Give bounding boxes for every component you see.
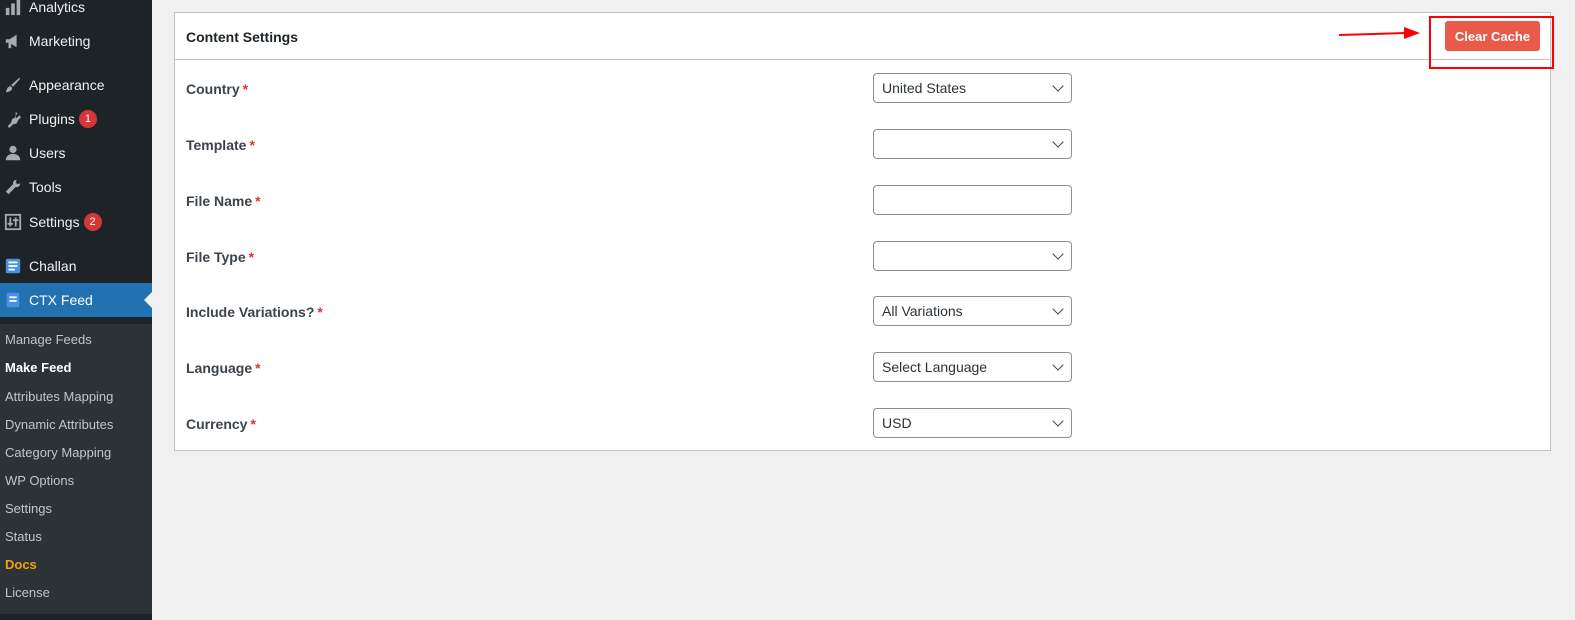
chevron-down-icon <box>1052 248 1064 260</box>
plug-icon <box>3 109 23 129</box>
chevron-down-icon <box>1052 303 1064 315</box>
submenu-attributes-mapping[interactable]: Attributes Mapping <box>5 389 113 404</box>
label-text: File Type <box>186 249 246 265</box>
menu-item-challan[interactable]: Challan <box>0 249 152 283</box>
select-value: United States <box>882 80 967 96</box>
chevron-down-icon <box>1052 80 1064 92</box>
select-value: USD <box>882 415 912 431</box>
label-text: Country <box>186 81 240 97</box>
menu-item-ctx-feed[interactable]: CTX Feed <box>0 283 152 317</box>
chevron-down-icon <box>1052 415 1064 427</box>
required-marker: * <box>317 304 323 320</box>
document-icon <box>3 256 23 276</box>
label-text: Template <box>186 137 247 153</box>
chevron-down-icon <box>1052 359 1064 371</box>
menu-label: CTX Feed <box>29 292 93 308</box>
required-marker: * <box>255 360 261 376</box>
menu-label: Challan <box>29 258 77 274</box>
submenu-docs[interactable]: Docs <box>5 557 37 572</box>
label-text: Include Variations? <box>186 304 315 320</box>
annotation-highlight-box <box>1429 16 1554 69</box>
sliders-icon <box>3 212 23 232</box>
ctx-feed-submenu: Manage Feeds Make Feed Attributes Mappin… <box>0 324 152 614</box>
menu-label: Settings <box>29 214 80 230</box>
submenu-make-feed[interactable]: Make Feed <box>5 360 71 375</box>
menu-label: Marketing <box>29 33 91 49</box>
required-marker: * <box>250 416 256 432</box>
feed-document-icon <box>3 290 23 310</box>
chevron-down-icon <box>1052 136 1064 148</box>
submenu-category-mapping[interactable]: Category Mapping <box>5 445 111 460</box>
language-select[interactable]: Select Language <box>873 352 1072 382</box>
menu-label: Plugins <box>29 111 75 127</box>
file-type-select[interactable] <box>873 241 1072 271</box>
submenu-manage-feeds[interactable]: Manage Feeds <box>5 332 92 347</box>
wrench-icon <box>3 177 23 197</box>
menu-item-settings[interactable]: Settings 2 <box>0 205 152 239</box>
required-marker: * <box>248 249 255 265</box>
admin-sidebar: Analytics Marketing Appearance Plugins 1… <box>0 0 152 620</box>
annotation-arrow-icon <box>1338 27 1420 39</box>
submenu-dynamic-attributes[interactable]: Dynamic Attributes <box>5 417 113 432</box>
file-name-input[interactable] <box>873 185 1072 215</box>
menu-item-tools[interactable]: Tools <box>0 170 152 204</box>
menu-item-analytics[interactable]: Analytics <box>0 0 152 24</box>
megaphone-icon <box>3 31 23 51</box>
label-text: Currency <box>186 416 248 432</box>
submenu-status[interactable]: Status <box>5 529 42 544</box>
panel-title: Content Settings <box>186 29 298 45</box>
field-label-file-type: File Type * <box>186 249 254 265</box>
menu-item-users[interactable]: Users <box>0 136 152 170</box>
field-label-include-variations: Include Variations? * <box>186 304 323 320</box>
menu-item-appearance[interactable]: Appearance <box>0 68 152 102</box>
field-label-country: Country * <box>186 81 248 97</box>
label-text: File Name <box>186 193 253 209</box>
settings-update-badge: 2 <box>83 213 102 231</box>
template-select[interactable] <box>873 129 1072 159</box>
field-label-file-name: File Name * <box>186 193 261 209</box>
required-marker: * <box>242 81 249 97</box>
menu-label: Tools <box>29 179 62 195</box>
submenu-license[interactable]: License <box>5 585 50 600</box>
include-variations-select[interactable]: All Variations <box>873 296 1072 326</box>
currency-select[interactable]: USD <box>873 408 1072 438</box>
menu-label: Users <box>29 145 66 161</box>
plugins-update-badge: 1 <box>78 110 97 128</box>
menu-item-plugins[interactable]: Plugins 1 <box>0 102 152 136</box>
select-value: Select Language <box>882 359 988 375</box>
submenu-wp-options[interactable]: WP Options <box>5 473 74 488</box>
menu-label: Appearance <box>29 77 105 93</box>
field-label-template: Template * <box>186 137 255 153</box>
required-marker: * <box>249 137 255 153</box>
bar-chart-icon <box>3 0 23 17</box>
required-marker: * <box>255 193 261 209</box>
field-label-currency: Currency * <box>186 416 256 432</box>
country-select[interactable]: United States <box>873 73 1072 103</box>
content-settings-panel: Content Settings Clear Cache Country * Un… <box>174 12 1551 451</box>
label-text: Language <box>186 360 253 376</box>
submenu-settings[interactable]: Settings <box>5 501 52 516</box>
select-value: All Variations <box>882 303 963 319</box>
paintbrush-icon <box>3 75 23 95</box>
menu-label: Analytics <box>29 0 86 15</box>
menu-item-marketing[interactable]: Marketing <box>0 24 152 58</box>
user-icon <box>3 143 23 163</box>
field-label-language: Language * <box>186 360 261 376</box>
